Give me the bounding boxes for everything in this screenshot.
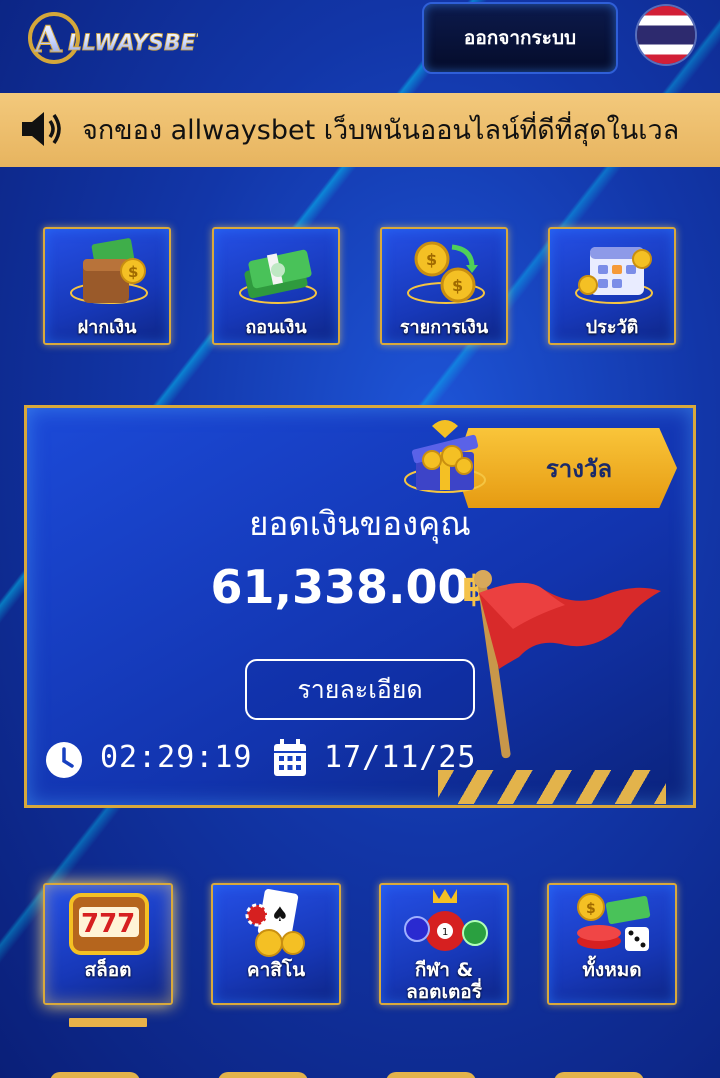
svg-text:777: 777: [81, 909, 135, 939]
coin-exchange-icon: $ $: [407, 241, 485, 304]
game-tab-slots[interactable]: 777 สล็อต: [43, 883, 173, 1005]
svg-text:$: $: [426, 250, 437, 269]
decorative-stripes: [438, 770, 666, 804]
history-label: ประวัติ: [585, 317, 639, 338]
slot-777-icon: 777: [69, 893, 149, 955]
next-row-peek: [386, 1072, 476, 1078]
allwaysbet-logo[interactable]: A LLWAYSBET: [28, 8, 198, 68]
game-tab-sports-lottery[interactable]: 1 กีฬา & ลอตเตอรี่: [379, 883, 509, 1005]
svg-text:♠: ♠: [271, 902, 289, 926]
calendar-icon: [274, 739, 306, 776]
game-tab-casino[interactable]: ♠ คาสิโน: [211, 883, 341, 1005]
red-flag-icon: [474, 570, 661, 759]
svg-text:$: $: [128, 263, 138, 281]
transactions-label: รายการเงิน: [399, 317, 489, 338]
withdraw-tile[interactable]: ถอนเงิน: [212, 227, 340, 345]
active-tab-indicator: [69, 1018, 147, 1027]
wallet-money-icon: $: [70, 238, 148, 304]
game-tab-all[interactable]: $ ทั้งหมด: [547, 883, 677, 1005]
svg-text:1: 1: [442, 927, 448, 938]
thailand-flag-icon[interactable]: [637, 6, 695, 64]
casino-cards-icon: ♠: [245, 889, 305, 957]
clock-icon: [46, 742, 82, 778]
details-button[interactable]: รายละเอียด: [245, 659, 475, 720]
all-games-label: ทั้งหมด: [582, 959, 642, 981]
slots-label: สล็อต: [84, 959, 132, 981]
time-display: 02:29:19: [100, 740, 253, 775]
announcement-text: จกของ allwaysbet เว็บพนันออนไลน์ที่ดีที่…: [82, 115, 680, 146]
casino-label: คาสิโน: [246, 959, 306, 981]
sports-lottery-label-line2: ลอตเตอรี่: [406, 981, 482, 1003]
svg-text:LLWAYSBET: LLWAYSBET: [68, 31, 198, 56]
next-row-peek: [554, 1072, 644, 1078]
sports-lottery-icon: 1: [404, 889, 488, 951]
balance-title: ยอดเงินของคุณ: [249, 504, 471, 543]
history-tile[interactable]: ประวัติ: [548, 227, 676, 345]
announcement-bar: จกของ allwaysbet เว็บพนันออนไลน์ที่ดีที่…: [0, 93, 720, 167]
svg-text:$: $: [452, 276, 463, 295]
calendar-coins-icon: [575, 247, 653, 304]
reward-button[interactable]: รางวัล: [455, 428, 677, 508]
next-row-peek: [50, 1072, 140, 1078]
svg-text:$: $: [586, 901, 596, 917]
cash-stack-icon: [239, 249, 317, 304]
svg-text:A: A: [33, 19, 63, 61]
deposit-label: ฝากเงิน: [77, 317, 137, 338]
next-row-peek: [218, 1072, 308, 1078]
transactions-tile[interactable]: $ $ รายการเงิน: [380, 227, 508, 345]
speaker-icon: [22, 112, 61, 146]
gift-box-icon: [404, 420, 486, 493]
withdraw-label: ถอนเงิน: [245, 317, 307, 338]
sports-lottery-label: กีฬา & ลอตเตอรี่: [381, 959, 507, 1003]
logout-button[interactable]: ออกจากระบบ: [422, 2, 618, 74]
sports-lottery-label-line1: กีฬา &: [414, 959, 474, 981]
all-games-icon: $: [577, 893, 651, 951]
deposit-tile[interactable]: $ ฝากเงิน: [43, 227, 171, 345]
date-display: 17/11/25: [324, 740, 477, 775]
header: A LLWAYSBET ออกจากระบบ: [0, 0, 720, 88]
